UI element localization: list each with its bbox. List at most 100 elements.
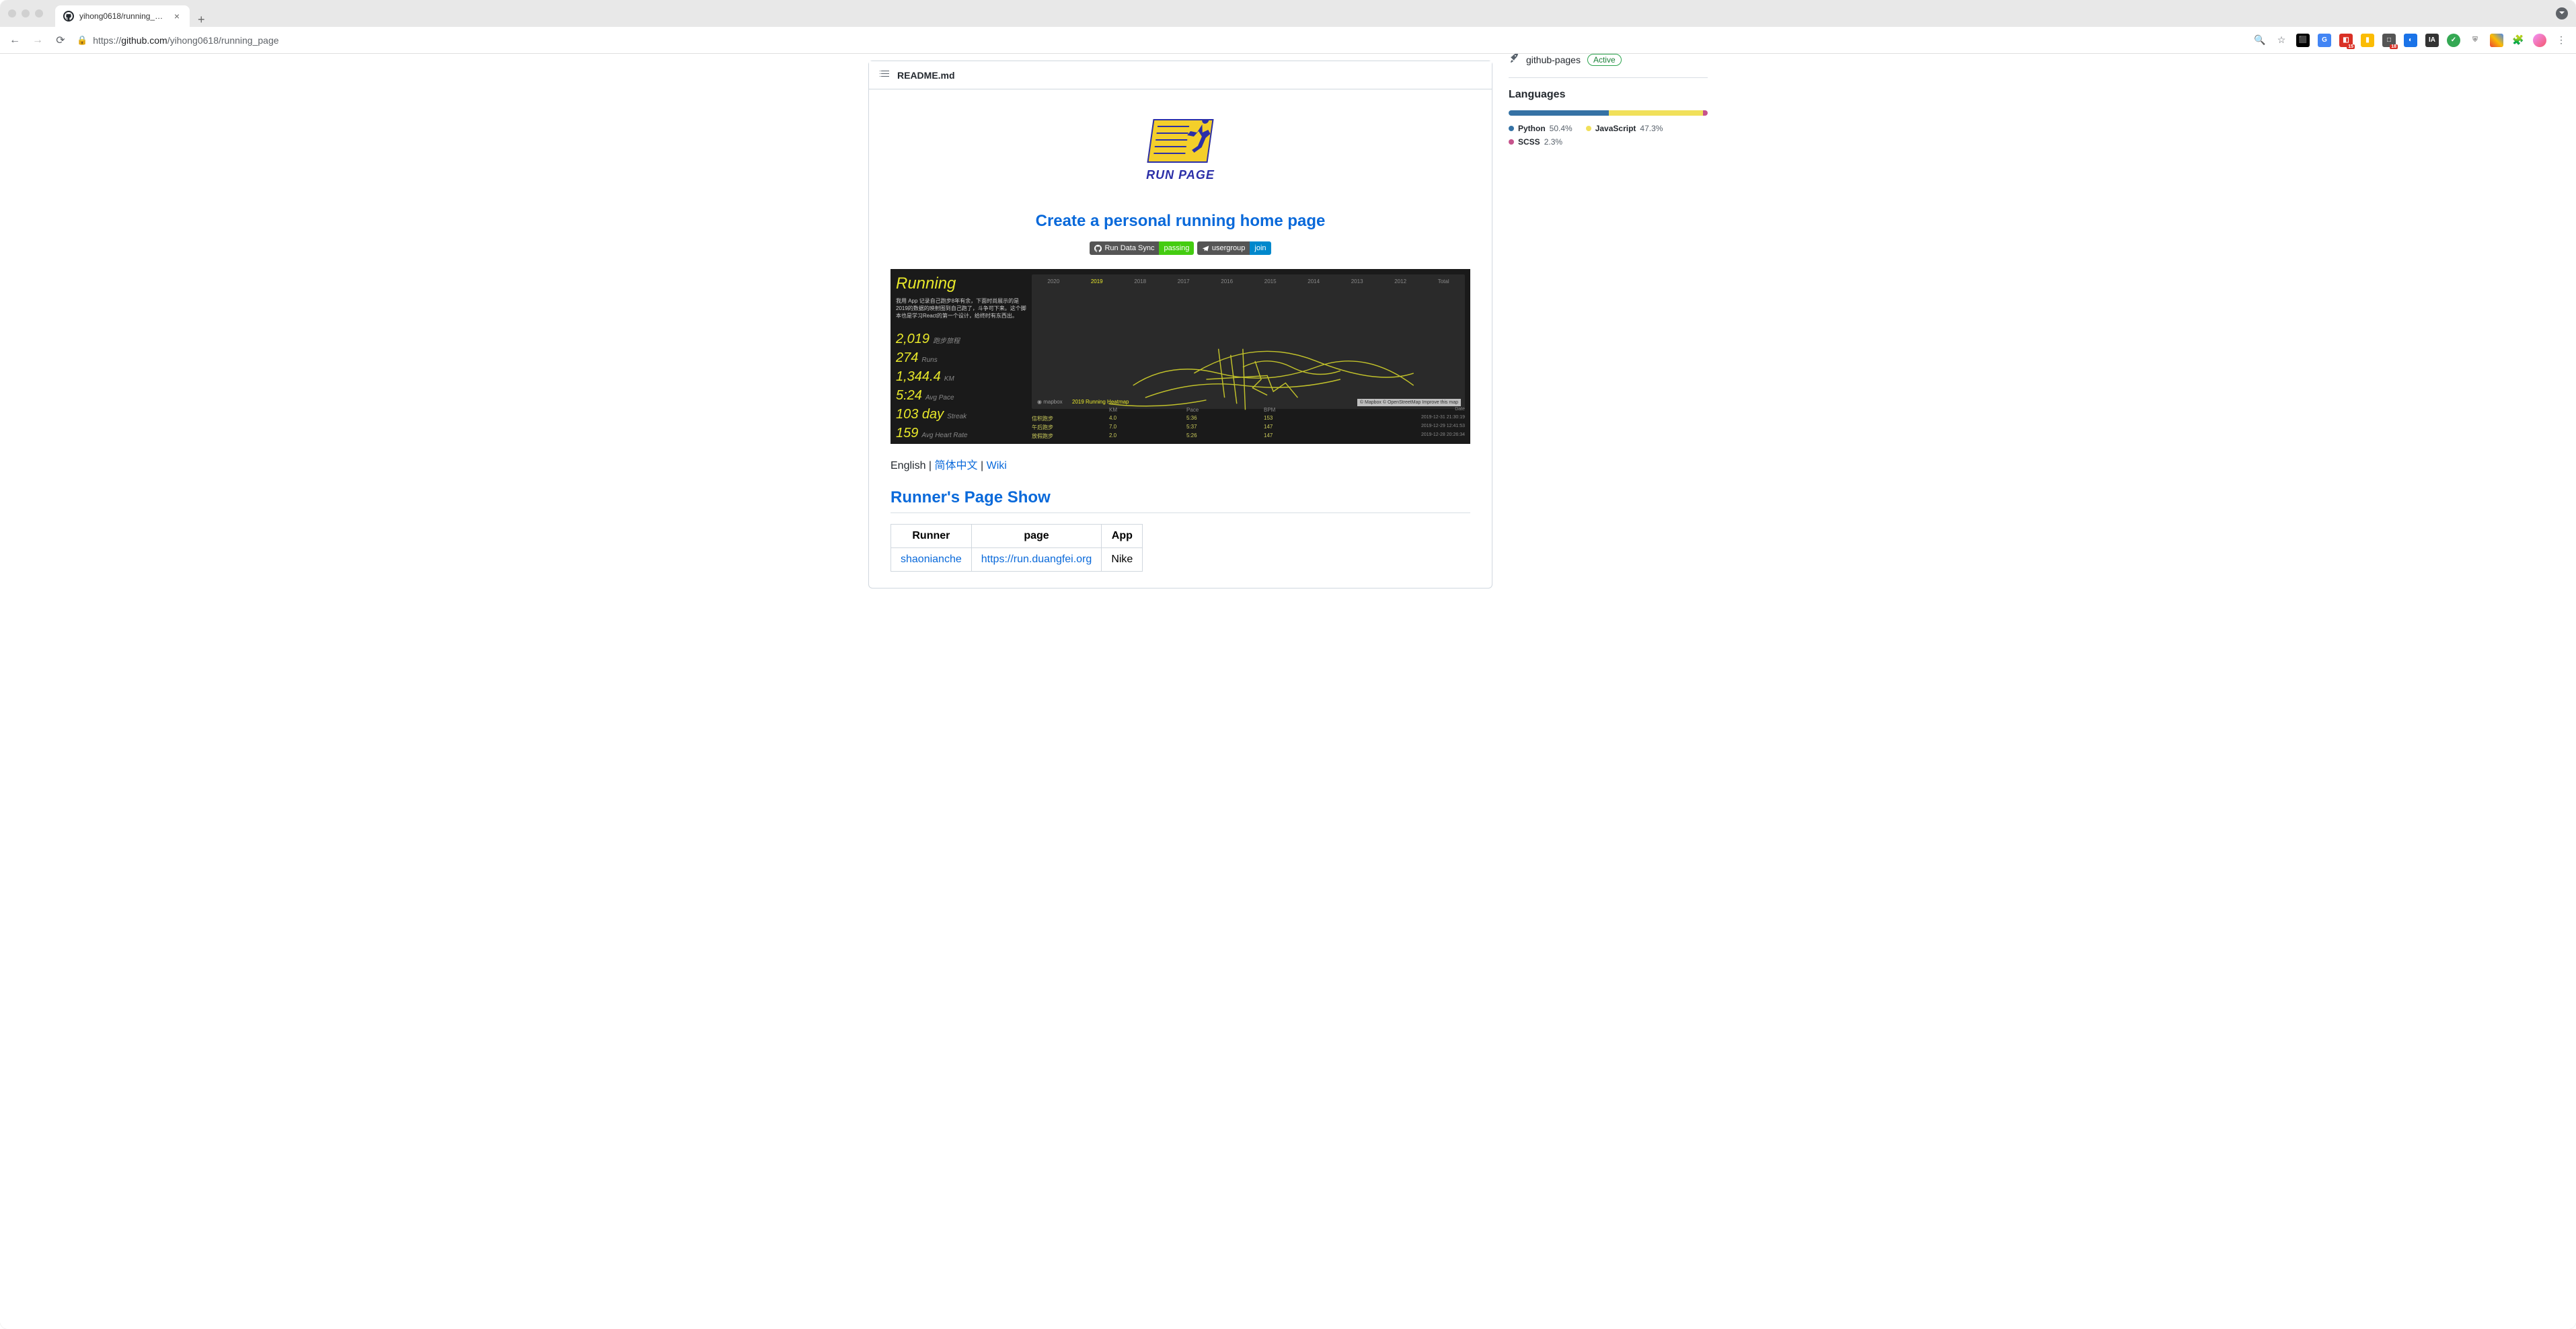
close-window[interactable] bbox=[8, 9, 16, 17]
year-tab: 2015 bbox=[1264, 278, 1277, 284]
reload-button[interactable]: ⟳ bbox=[54, 34, 67, 47]
ss-title: Running bbox=[896, 274, 1027, 293]
ss-table-row: 放假跑步2.05:261472019-12-28 20:26:34 bbox=[1032, 432, 1465, 440]
table-header: App bbox=[1102, 524, 1143, 547]
lang-dot bbox=[1509, 126, 1514, 131]
ss-stat: 103 dayStreak bbox=[896, 407, 1027, 422]
ci-badge[interactable]: Run Data Sync passing bbox=[1090, 241, 1194, 255]
table-header: page bbox=[971, 524, 1102, 547]
table-header: Runner bbox=[891, 524, 972, 547]
browser-tab-strip: yihong0618/running_page: Ma × + bbox=[0, 0, 2576, 27]
profile-indicator[interactable] bbox=[2556, 7, 2568, 20]
extension-icon-10[interactable] bbox=[2490, 34, 2503, 47]
extension-icon-7[interactable]: IA bbox=[2425, 34, 2439, 47]
extension-icon-1[interactable]: ⬛ bbox=[2296, 34, 2310, 47]
zoom-icon[interactable]: 🔍 bbox=[2253, 34, 2267, 47]
toc-icon[interactable] bbox=[880, 68, 891, 82]
runner-link[interactable]: shaonianche bbox=[901, 554, 962, 565]
extension-icon-5[interactable]: □18 bbox=[2382, 34, 2396, 47]
year-tab: 2018 bbox=[1134, 278, 1146, 284]
profile-avatar[interactable] bbox=[2533, 34, 2546, 47]
address-bar[interactable]: 🔒 https://github.com/yihong0618/running_… bbox=[77, 32, 2244, 48]
heatmap-label: 2019 Running Heatmap bbox=[1072, 399, 1129, 405]
window-controls bbox=[8, 9, 43, 17]
map-attribution: © Mapbox © OpenStreetMap Improve this ma… bbox=[1357, 399, 1461, 406]
ss-stat: 1,344.4KM bbox=[896, 369, 1027, 385]
mapbox-attrib: ◉ mapbox bbox=[1037, 399, 1063, 405]
ss-stat: 274Runs bbox=[896, 350, 1027, 366]
lang-english: English bbox=[891, 460, 925, 471]
languages-bar bbox=[1509, 110, 1708, 116]
wiki-link[interactable]: Wiki bbox=[987, 460, 1007, 471]
lang-chinese-link[interactable]: 简体中文 bbox=[935, 460, 978, 471]
ss-runs-table: KMPaceBPMDate 信积跑步4.05:361532019-12-31 2… bbox=[1032, 407, 1465, 441]
table-row: shaonianchehttps://run.duangfei.orgNike bbox=[891, 547, 1143, 571]
extensions-puzzle-icon[interactable]: 🧩 bbox=[2511, 34, 2525, 47]
url-domain: github.com bbox=[121, 35, 167, 46]
back-button[interactable]: ← bbox=[8, 34, 22, 46]
telegram-badge[interactable]: usergroup join bbox=[1197, 241, 1271, 255]
year-tab: 2014 bbox=[1308, 278, 1320, 284]
env-name: github-pages bbox=[1526, 54, 1581, 65]
menu-dots-icon[interactable]: ⋮ bbox=[2554, 34, 2568, 47]
languages-list: Python50.4% JavaScript47.3% SCSS2.3% bbox=[1509, 124, 1708, 147]
lang-dot bbox=[1586, 126, 1591, 131]
lang-item[interactable]: SCSS2.3% bbox=[1509, 137, 1562, 147]
ss-table-row: 信积跑步4.05:361532019-12-31 21:30:19 bbox=[1032, 415, 1465, 422]
divider bbox=[1509, 77, 1708, 78]
hero-title-link[interactable]: Create a personal running home page bbox=[1036, 212, 1326, 230]
year-tab: 2019 bbox=[1091, 278, 1103, 284]
lock-icon: 🔒 bbox=[77, 35, 87, 46]
year-tab: 2017 bbox=[1178, 278, 1190, 284]
env-status-badge: Active bbox=[1587, 54, 1622, 66]
lang-segment bbox=[1509, 110, 1609, 116]
languages-heading: Languages bbox=[1509, 89, 1708, 101]
forward-button[interactable]: → bbox=[31, 34, 44, 46]
extension-icon-3[interactable]: ◧15 bbox=[2339, 34, 2353, 47]
lang-item[interactable]: Python50.4% bbox=[1509, 124, 1573, 133]
extension-icon-2[interactable]: G bbox=[2318, 34, 2331, 47]
ss-stat: 2,019跑步旅程 bbox=[896, 332, 1027, 347]
ss-map: 2020 2019 2018 2017 2016 2015 2014 2013 2012 Tota… bbox=[1032, 274, 1465, 409]
extension-icon-6[interactable]: ◐ bbox=[2404, 34, 2417, 47]
browser-toolbar: ← → ⟳ 🔒 https://github.com/yihong0618/ru… bbox=[0, 27, 2576, 54]
year-tab: 2013 bbox=[1351, 278, 1363, 284]
tab-title: yihong0618/running_page: Ma bbox=[79, 11, 167, 21]
lang-item[interactable]: JavaScript47.3% bbox=[1586, 124, 1663, 133]
app-screenshot: Running 我用 App 记录自己跑步8年有余，下面时尚展示的是2019的数… bbox=[891, 269, 1470, 444]
minimize-window[interactable] bbox=[22, 9, 30, 17]
ss-stat: 159Avg Heart Rate bbox=[896, 426, 1027, 441]
extension-icon-9[interactable]: ⛨ bbox=[2468, 34, 2482, 47]
ss-stat: 5:24Avg Pace bbox=[896, 388, 1027, 404]
extension-icon-8[interactable]: ✓ bbox=[2447, 34, 2460, 47]
maximize-window[interactable] bbox=[35, 9, 43, 17]
extension-icon-4[interactable]: ▮ bbox=[2361, 34, 2374, 47]
project-logo: RUN PAGE bbox=[891, 106, 1470, 196]
browser-tab[interactable]: yihong0618/running_page: Ma × bbox=[55, 5, 190, 27]
lang-segment bbox=[1609, 110, 1703, 116]
page-link[interactable]: https://run.duangfei.org bbox=[981, 554, 1092, 565]
ss-table-row: 午后跑步7.05:371472019-12-29 12:41:53 bbox=[1032, 424, 1465, 431]
runners-table: RunnerpageApp shaonianche https://run.dua… bbox=[891, 524, 1143, 572]
lang-dot bbox=[1509, 139, 1514, 145]
runners-show-heading: Runner's Page Show bbox=[891, 488, 1470, 513]
readme-filename[interactable]: README.md bbox=[897, 70, 955, 81]
new-tab-button[interactable]: + bbox=[198, 13, 205, 27]
lang-segment bbox=[1703, 110, 1708, 116]
year-tab: 2012 bbox=[1394, 278, 1406, 284]
url-path: /yihong0618/running_page bbox=[167, 35, 279, 46]
bookmark-star-icon[interactable]: ☆ bbox=[2275, 34, 2288, 47]
language-switcher: English | 简体中文 | Wiki bbox=[891, 456, 1470, 472]
runner-icon bbox=[1171, 119, 1213, 163]
environment-row[interactable]: github-pages Active bbox=[1509, 54, 1708, 67]
close-tab-icon[interactable]: × bbox=[172, 11, 182, 21]
year-tab: Total bbox=[1438, 278, 1449, 284]
rocket-icon bbox=[1509, 54, 1519, 67]
logo-text: RUN PAGE bbox=[1146, 168, 1215, 182]
badges-row: Run Data Sync passing usergroup join bbox=[891, 241, 1470, 256]
github-favicon bbox=[63, 11, 74, 22]
url-protocol: https:// bbox=[93, 35, 121, 46]
year-tab: 2016 bbox=[1221, 278, 1233, 284]
readme-panel: README.md bbox=[868, 61, 1492, 588]
year-tab: 2020 bbox=[1047, 278, 1059, 284]
